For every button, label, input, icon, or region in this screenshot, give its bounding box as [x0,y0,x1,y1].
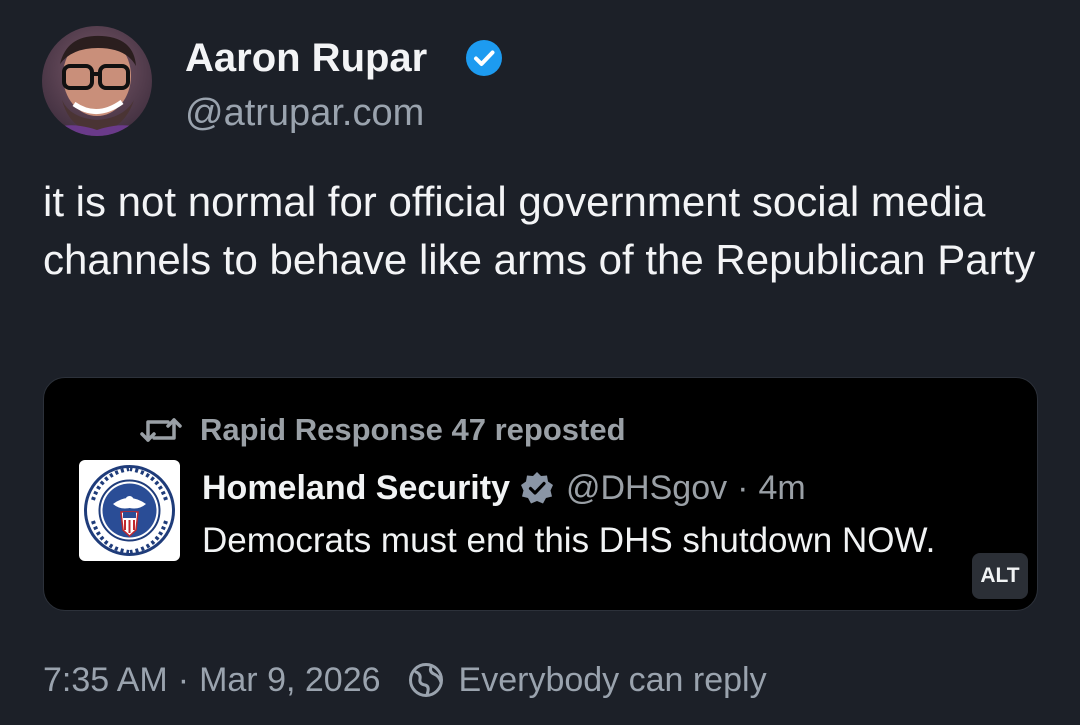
reply-setting[interactable]: Everybody can reply [459,661,767,700]
verified-badge-icon [466,40,502,76]
avatar-photo-icon [42,26,152,136]
author-name[interactable]: Aaron Rupar [185,34,427,82]
embedded-post-header: Homeland Security @DHSgov · 4m [202,465,806,511]
post-footer: 7:35 AM · Mar 9, 2026 Everybody can repl… [43,656,767,704]
embedded-account-handle[interactable]: @DHSgov [566,469,727,508]
dhs-seal-graphic [84,465,175,556]
author-handle[interactable]: @atrupar.com [185,90,424,136]
avatar[interactable] [42,26,152,136]
alt-text-button[interactable]: ALT [972,553,1028,599]
post-text: it is not normal for official government… [43,178,1036,283]
post-date[interactable]: Mar 9, 2026 [199,661,380,700]
embedded-separator: · [737,468,749,507]
post: Aaron Rupar @atrupar.com it is not norma… [0,0,1080,725]
repost-text[interactable]: Rapid Response 47 reposted [200,412,626,448]
embedded-timestamp[interactable]: 4m [758,469,805,508]
embedded-post[interactable]: Rapid Response 47 reposted Homeland Secu… [43,377,1038,611]
repost-icon [140,418,182,442]
globe-icon [408,663,443,697]
embedded-verified-badge-icon [520,472,553,504]
embedded-post-text: Democrats must end this DHS shutdown NOW… [202,521,936,560]
embedded-account-name[interactable]: Homeland Security [202,469,510,508]
post-time[interactable]: 7:35 AM [43,661,168,700]
footer-separator: · [177,660,190,699]
repost-indicator: Rapid Response 47 reposted [140,408,626,452]
dhs-seal-icon[interactable] [79,460,180,561]
